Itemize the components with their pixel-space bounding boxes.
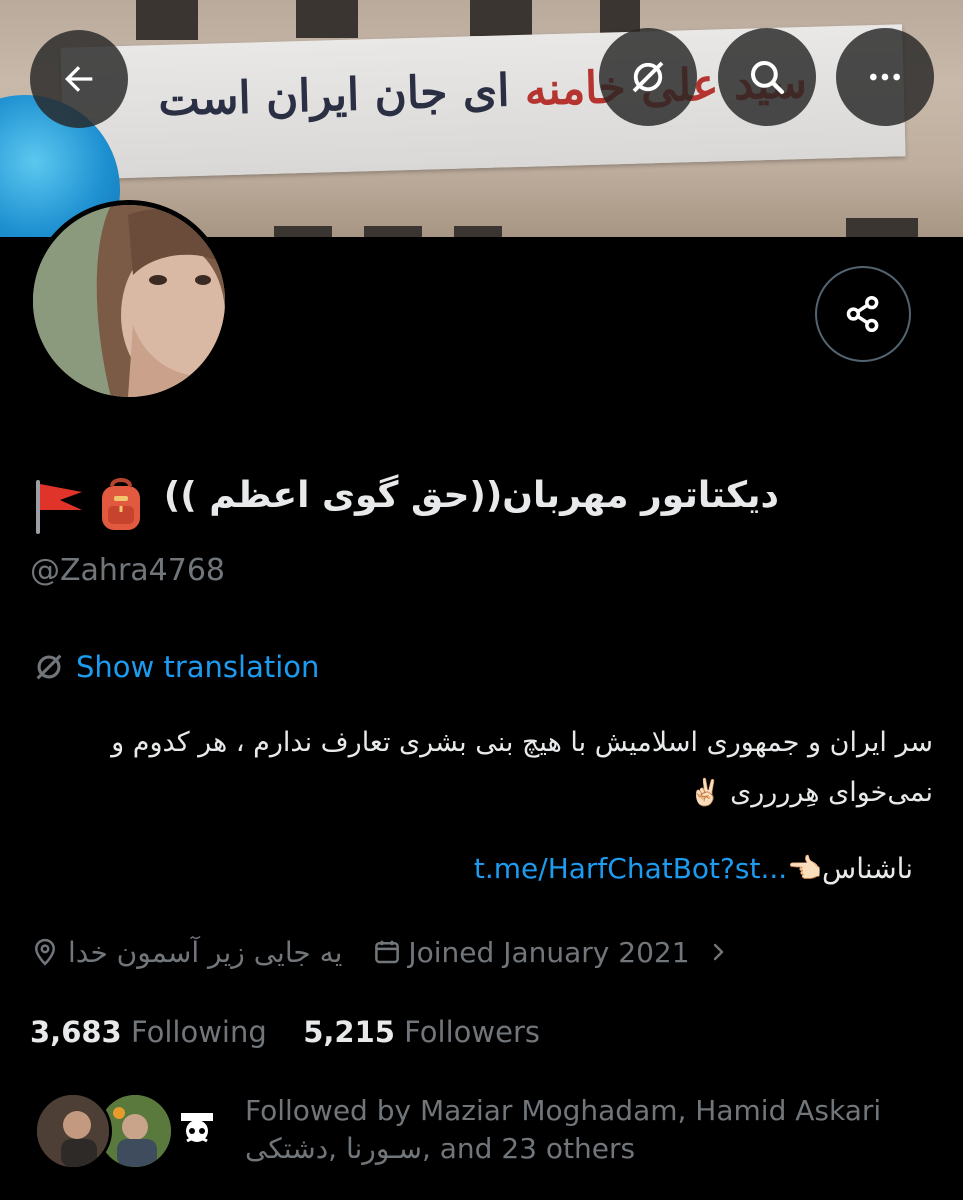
calendar-icon <box>375 940 400 964</box>
arrow-left-icon <box>65 66 93 92</box>
share-icon <box>846 295 879 333</box>
show-translation-label: Show translation <box>76 650 320 684</box>
bio-link-line: ناشناس👈🏻t.me/HarfChatBot?st... <box>474 852 913 885</box>
back-button[interactable] <box>30 30 128 128</box>
following-label: Following <box>130 1015 267 1049</box>
red-flag-icon <box>36 480 82 534</box>
follower-avatar <box>34 1092 112 1170</box>
display-name: دیکتاتور مهربان((حق گوی اعظم )) <box>163 475 779 516</box>
search-button[interactable] <box>718 28 816 126</box>
avatar-photo <box>33 205 225 397</box>
bio-line-2: نمی‌خوای هِرررری ✌🏻 <box>689 777 933 808</box>
joined-date: Joined January 2021 <box>408 935 690 969</box>
profile-meta-row: یه جایی زیر آسمون خدا Joined January 202… <box>30 932 730 972</box>
more-icon <box>870 73 900 81</box>
show-translation-link[interactable]: Show translation <box>32 650 319 684</box>
follow-stats: 3,683 Following 5,215 Followers <box>30 1015 540 1049</box>
profile-bio: سر ایران و جمهوری اسلامیش با هیچ بنی بشر… <box>30 718 933 818</box>
name-emojis <box>32 478 152 534</box>
followed-by-text[interactable]: Followed by Maziar Moghadam, Hamid Askar… <box>245 1092 935 1168</box>
more-options-button[interactable] <box>836 28 934 126</box>
chevron-right-icon[interactable] <box>706 938 730 966</box>
profile-handle: @Zahra4768 <box>30 553 226 588</box>
translate-icon <box>36 654 62 680</box>
bio-link[interactable]: t.me/HarfChatBot?st... <box>474 852 787 885</box>
link-prefix: ناشناس <box>822 852 913 885</box>
pointing-hand-emoji: 👈🏻 <box>787 852 823 885</box>
followed-by-line-1: Followed by Maziar Moghadam, Hamid Askar… <box>245 1094 882 1127</box>
bio-line-1: سر ایران و جمهوری اسلامیش با هیچ بنی بشر… <box>111 727 933 758</box>
translate-icon <box>632 61 664 93</box>
followed-by-avatars[interactable] <box>34 1092 236 1172</box>
following-link[interactable]: 3,683 Following <box>30 1015 267 1049</box>
share-button[interactable] <box>815 266 911 362</box>
location-pin-icon <box>34 938 56 966</box>
backpack-icon <box>102 478 140 530</box>
followed-by-line-2: سـورنا ,دشتکی, and 23 others <box>245 1132 636 1165</box>
victory-hand-emoji: ✌🏻 <box>689 778 722 808</box>
followers-label: Followers <box>404 1015 540 1049</box>
followers-link[interactable]: 5,215 Followers <box>303 1015 540 1049</box>
search-icon <box>750 60 785 95</box>
translate-button[interactable] <box>599 28 697 126</box>
location-text: یه جایی زیر آسمون خدا <box>68 935 343 969</box>
following-count: 3,683 <box>30 1015 122 1049</box>
profile-avatar[interactable] <box>28 200 230 402</box>
followers-count: 5,215 <box>303 1015 395 1049</box>
